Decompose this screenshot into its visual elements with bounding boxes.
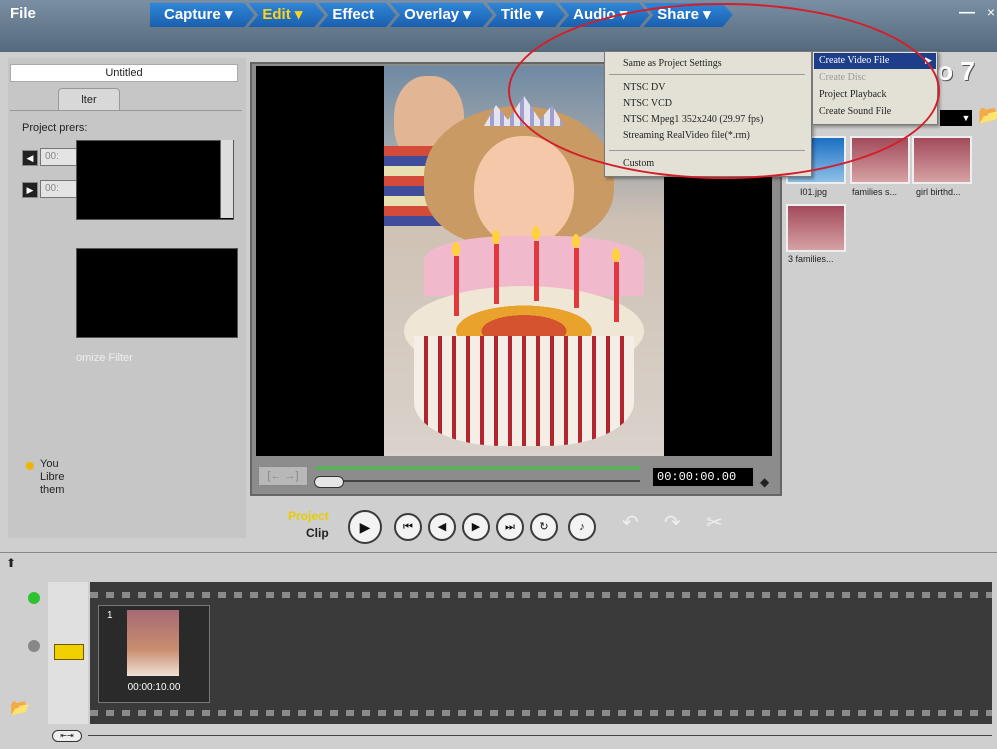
close-button[interactable]: × — [987, 4, 995, 20]
previous-frame-icon[interactable]: ◀ — [428, 513, 456, 541]
file-menu[interactable]: File — [10, 5, 36, 22]
volume-icon[interactable]: ♪ — [568, 513, 596, 541]
project-mode-label[interactable]: Project — [288, 508, 329, 525]
video-track-indicator-icon[interactable] — [28, 592, 40, 604]
tip-text: You Libre them — [40, 458, 64, 497]
step-capture[interactable]: Capture ▾ — [150, 3, 254, 27]
step-effect[interactable]: Effect — [318, 3, 396, 27]
mark-in-icon[interactable]: ◀ — [22, 150, 38, 166]
timeline-zoom-control[interactable]: ⇤⇥ — [52, 730, 82, 742]
project-clip-toggle[interactable]: Project Clip — [288, 508, 329, 542]
filmstrip-icon[interactable] — [54, 644, 84, 660]
library-caption: 3 families... — [788, 254, 834, 264]
audio-track-indicator-icon[interactable] — [28, 640, 40, 652]
play-icon[interactable]: ▶ — [348, 510, 382, 544]
open-folder-icon[interactable]: 📂 — [978, 105, 997, 126]
filter-list[interactable] — [76, 140, 234, 220]
library-caption: girl birthd... — [916, 187, 961, 197]
step-title[interactable]: Title ▾ — [487, 3, 565, 27]
tip-line: You — [40, 458, 59, 470]
scissors-icon[interactable]: ✂ — [706, 510, 723, 535]
timeline-toolbar — [0, 552, 997, 577]
timeline-clip[interactable]: 1 00:00:10.00 — [98, 605, 210, 703]
library-thumbnail[interactable] — [912, 136, 972, 184]
customize-filter-button[interactable]: omize Filter — [76, 352, 133, 364]
clip-number: 1 — [107, 610, 113, 621]
filter-list-scrollbar[interactable] — [220, 140, 233, 218]
filter-preview — [76, 248, 238, 338]
clip-duration: 00:00:10.00 — [127, 682, 181, 693]
mark-out-icon[interactable]: ▶ — [22, 182, 38, 198]
tab-divider — [10, 110, 242, 111]
expand-up-icon[interactable]: ⬆ — [6, 556, 16, 570]
lightbulb-icon: ✹ — [24, 458, 36, 474]
clip-mode-label[interactable]: Clip — [288, 525, 329, 542]
minimize-button[interactable]: — — [959, 4, 975, 22]
frame-step-buttons[interactable]: [← →] — [258, 466, 308, 486]
chevron-down-icon[interactable]: ▼ — [960, 110, 972, 126]
step-overlay[interactable]: Overlay ▾ — [390, 3, 493, 27]
project-properties-label: Project prers: — [22, 122, 88, 134]
library-caption: families s... — [852, 187, 898, 197]
clip-thumbnail — [127, 610, 179, 676]
timeline-scroll-track[interactable] — [88, 735, 992, 736]
tip-line: them — [40, 484, 65, 496]
library-thumbnail[interactable] — [786, 204, 846, 252]
next-frame-icon[interactable]: ▶ — [462, 513, 490, 541]
repeat-icon[interactable]: ↻ — [530, 513, 558, 541]
undo-icon[interactable]: ↶ — [622, 510, 639, 535]
snapshot-icon[interactable]: ◆ — [760, 475, 769, 489]
timecode-field[interactable]: 00:00:00.00 — [652, 467, 754, 487]
scrubber-handle[interactable] — [314, 476, 344, 488]
trim-bar[interactable] — [316, 467, 640, 469]
end-icon[interactable]: ⏭ — [496, 513, 524, 541]
annotation-ellipse — [508, 3, 940, 179]
project-title-field[interactable]: Untitled — [10, 64, 238, 82]
tab-filter[interactable]: lter — [58, 88, 120, 111]
step-edit[interactable]: Edit ▾ — [248, 3, 324, 27]
storyboard-filmstrip[interactable] — [90, 582, 992, 724]
redo-icon[interactable]: ↷ — [664, 510, 681, 535]
home-icon[interactable]: ⏮ — [394, 513, 422, 541]
scrubber-track — [316, 480, 640, 482]
open-folder-icon[interactable]: 📂 — [10, 698, 30, 718]
tip-line: Libre — [40, 471, 65, 483]
